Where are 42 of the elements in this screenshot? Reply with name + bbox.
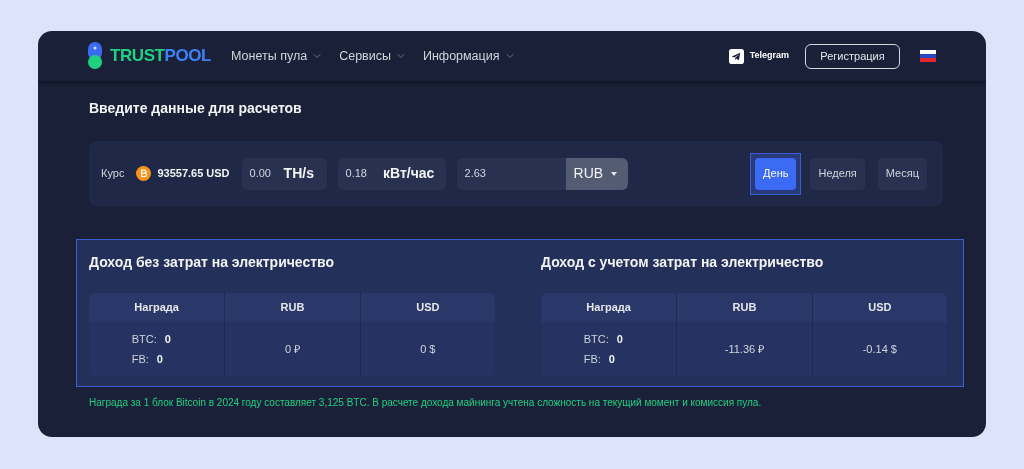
period-tab[interactable]: Месяц <box>877 157 927 190</box>
reward-value: 0 <box>156 352 163 367</box>
register-button[interactable]: Регистрация <box>805 43 900 69</box>
caret-icon <box>611 171 618 176</box>
reward-value: 0 <box>164 331 171 347</box>
period-tab[interactable]: Неделя <box>810 157 865 190</box>
usd-value: -0.14 $ <box>862 341 897 357</box>
column-header: Награда <box>89 293 225 322</box>
nav-menu[interactable]: Монеты пула <box>231 46 324 66</box>
form-title: Введите данные для расчетов <box>89 99 303 118</box>
rub-value: -11.36 ₽ <box>724 341 765 357</box>
bitcoin-icon <box>136 166 152 181</box>
usd-value: 0 $ <box>420 341 436 357</box>
section-title: Доход с учетом затрат на электричество <box>541 253 825 272</box>
reward-value: 0 <box>616 331 623 347</box>
hashrate-field[interactable]: 0.00 TH/s <box>241 157 327 190</box>
telegram-link[interactable]: Telegram <box>749 49 789 63</box>
info-note: Награда за 1 блок Bitcoin в 2024 году составляет 3,125 BTC. В расчете дохода майнинга учтена сложность на текущий момент и комиссия пула. <box>89 396 763 410</box>
telegram-icon <box>728 48 744 64</box>
nav-menu[interactable]: Информация <box>422 46 516 66</box>
logo-icon <box>88 42 102 70</box>
column-header: USD <box>811 293 947 322</box>
column-header: RUB <box>676 293 812 322</box>
reward-value: 0 <box>608 352 615 367</box>
reward-label: BTC: <box>583 331 609 347</box>
column-header: Награда <box>541 293 677 322</box>
price-field[interactable]: 2.63 <box>456 157 566 190</box>
section-title: Доход без затрат на электричество <box>89 253 336 272</box>
rate-value: 93557.65 USD <box>157 166 230 182</box>
russia-flag-icon <box>920 50 936 62</box>
power-field[interactable]: 0.18 кВт/час <box>337 157 446 190</box>
rate-label: Курс <box>101 166 125 182</box>
rub-value: 0 ₽ <box>284 341 301 357</box>
nav-menu[interactable]: Сервисы <box>339 46 407 66</box>
reward-label: BTC: <box>131 331 157 347</box>
column-header: USD <box>359 293 495 322</box>
logo-text[interactable]: TRUSTPOOL <box>110 43 212 69</box>
currency-select[interactable]: RUB <box>565 157 628 190</box>
reward-label: FB: <box>583 352 601 367</box>
reward-label: FB: <box>131 352 149 367</box>
column-header: RUB <box>224 293 360 322</box>
period-tab[interactable]: День <box>755 157 797 190</box>
